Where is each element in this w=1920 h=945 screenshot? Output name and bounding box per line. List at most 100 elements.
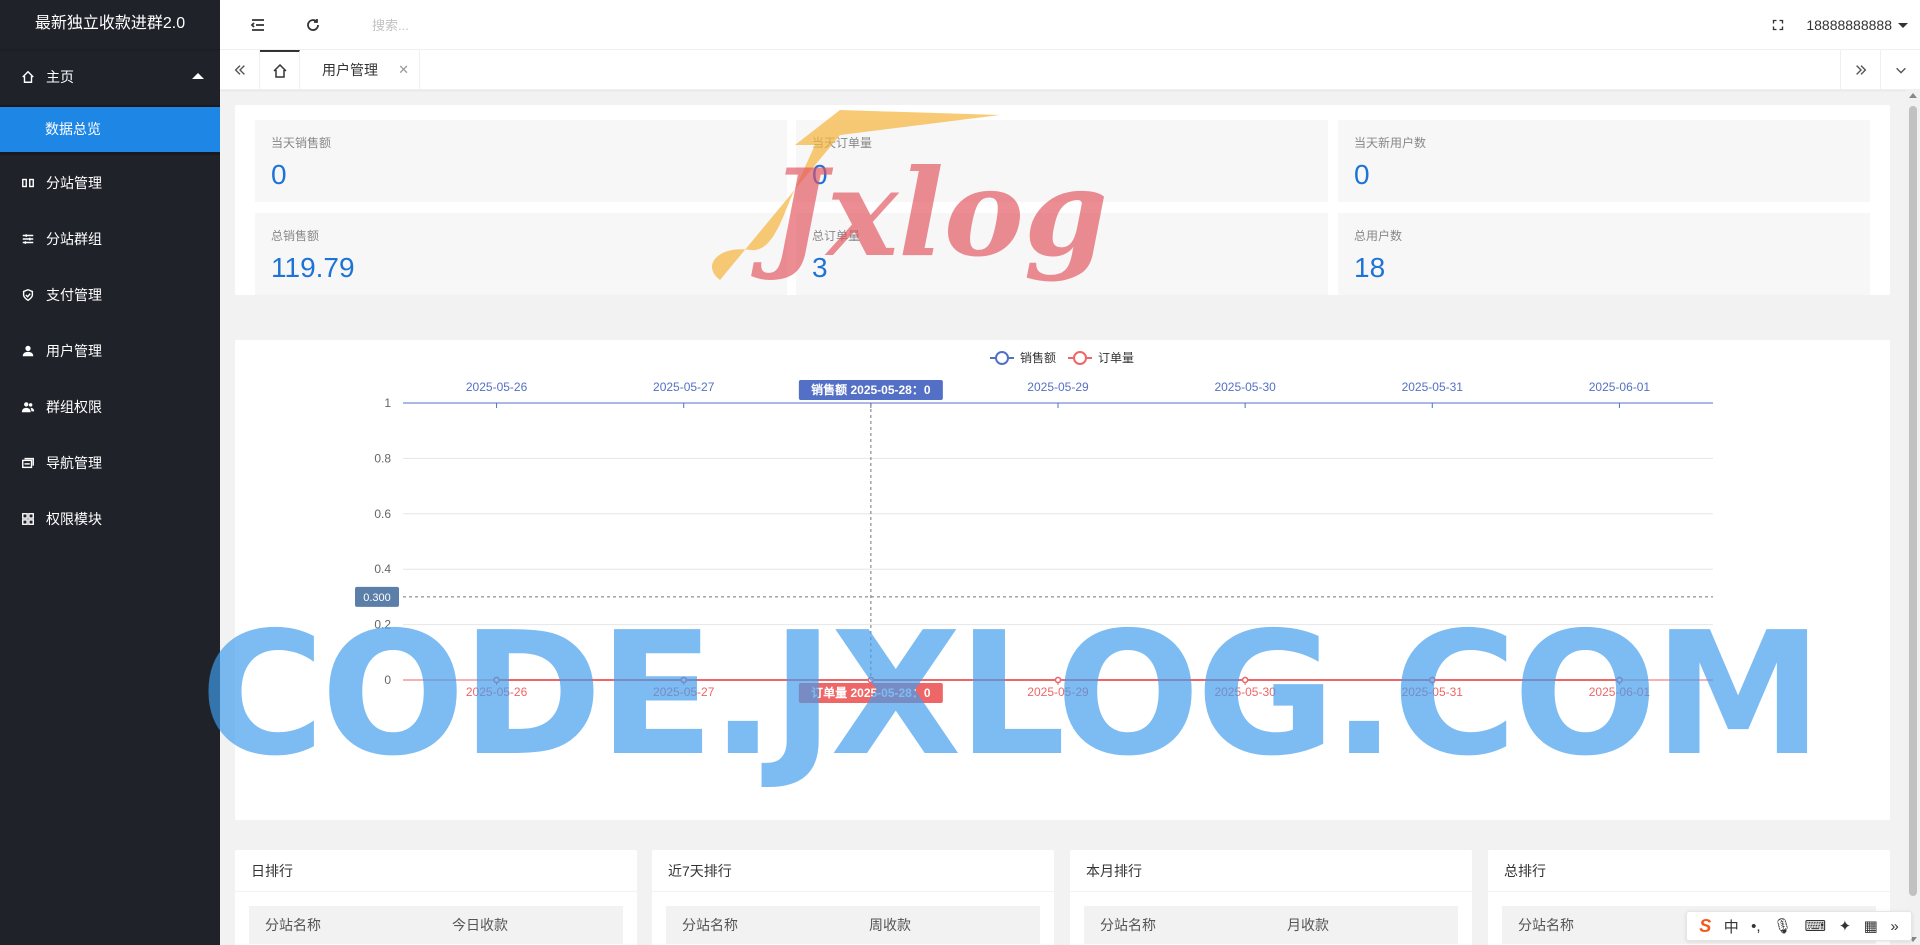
x-tick-label-top: 2025-05-30 — [1214, 380, 1276, 394]
legend-orders: 订单量 — [1098, 351, 1134, 365]
stat-label: 当天销售额 — [271, 136, 332, 150]
grid-icon — [20, 511, 36, 527]
ime-logo-icon: S — [1699, 915, 1712, 936]
home-icon — [272, 63, 287, 78]
stat-total-users: 总用户数 18 — [1338, 213, 1870, 295]
sidebar: 最新独立收款进群2.0 主页 数据总览 分站管理 分站群组 支付管理 用户管理 … — [0, 0, 220, 945]
ranking-table-header: 分站名称 周收款 — [666, 906, 1040, 944]
tab-label: 用户管理 — [322, 62, 378, 78]
line-chart[interactable]: 销售额 订单量 0 0.2 0.4 0.6 0.8 1 2025-05-26 2025-05-26… — [235, 340, 1890, 820]
sidebar-item-users[interactable]: 用户管理 — [0, 323, 220, 379]
sidebar-item-permission-modules[interactable]: 权限模块 — [0, 491, 220, 547]
user-icon — [20, 343, 36, 359]
toolbox-icon[interactable]: ▦ — [1864, 917, 1878, 935]
navigation-icon — [20, 455, 36, 471]
x-tick-label-top: 2025-05-29 — [1027, 380, 1089, 394]
y-tick-label: 0.2 — [374, 618, 391, 632]
column-header: 月收款 — [1287, 917, 1329, 933]
ranking-title: 近7天排行 — [652, 850, 1054, 892]
ime-mode[interactable]: 中 — [1724, 916, 1739, 937]
tabs-menu-button[interactable] — [1880, 50, 1920, 90]
double-chevron-right-icon — [1855, 65, 1866, 75]
stat-label: 总订单量 — [812, 229, 861, 243]
ranking-table-header: 分站名称 月收款 — [1084, 906, 1458, 944]
data-point — [493, 676, 500, 684]
user-menu[interactable]: 18888888888 — [1806, 0, 1908, 50]
sidebar-subnav: 数据总览 — [0, 105, 220, 155]
sidebar-item-label: 主页 — [46, 69, 74, 85]
keyboard-icon[interactable]: ⌨ — [1805, 917, 1827, 935]
caret-up-icon — [192, 73, 204, 79]
y-tick-label: 1 — [384, 396, 391, 410]
more-icon[interactable]: » — [1890, 918, 1898, 935]
refresh-icon — [307, 19, 319, 31]
stat-value: 3 — [812, 252, 828, 283]
fullscreen-icon — [1772, 19, 1784, 31]
stat-label: 当天新用户数 — [1354, 136, 1427, 150]
user-phone: 18888888888 — [1806, 17, 1892, 33]
columns-icon — [20, 175, 36, 191]
sidebar-item-substation-groups[interactable]: 分站群组 — [0, 211, 220, 267]
x-tick-label-bottom: 2025-05-29 — [1027, 685, 1089, 699]
home-icon — [20, 69, 36, 85]
fullscreen-button[interactable] — [1760, 0, 1796, 50]
sidebar-item-label: 分站管理 — [46, 175, 102, 191]
ranking-monthly: 本月排行 分站名称 月收款 — [1070, 850, 1472, 945]
sidebar-item-home[interactable]: 主页 — [0, 49, 220, 105]
sidebar-item-label: 用户管理 — [46, 343, 102, 359]
x-tick-label-top: 2025-05-27 — [653, 380, 715, 394]
stat-value: 0 — [271, 159, 287, 190]
sidebar-item-label: 分站群组 — [46, 231, 102, 247]
menu-fold-icon — [250, 19, 264, 31]
x-tick-label-bottom: 2025-05-27 — [653, 685, 715, 699]
scrollbar-thumb[interactable] — [1909, 106, 1917, 896]
tooltip-bottom-label: 订单量 2025-05-28：0 — [811, 685, 931, 700]
stat-label: 当天订单量 — [812, 136, 873, 150]
y-pointer-label: 0.300 — [363, 592, 391, 604]
legend-orders-marker — [1073, 351, 1087, 365]
sidebar-item-label: 权限模块 — [46, 511, 102, 527]
caret-down-icon — [1898, 22, 1908, 28]
stat-label: 总销售额 — [271, 229, 320, 243]
search-input[interactable] — [372, 14, 612, 36]
sidebar-item-payments[interactable]: 支付管理 — [0, 267, 220, 323]
tabs-scroll-left-button[interactable] — [220, 50, 260, 90]
sidebar-item-substations[interactable]: 分站管理 — [0, 155, 220, 211]
column-header: 分站名称 — [682, 917, 738, 933]
tab-home[interactable] — [260, 50, 300, 90]
shield-check-icon — [20, 287, 36, 303]
column-header: 分站名称 — [1100, 917, 1156, 933]
legend-sales-marker — [995, 351, 1009, 365]
sidebar-item-group-permissions[interactable]: 群组权限 — [0, 379, 220, 435]
sidebar-item-label: 导航管理 — [46, 455, 102, 471]
y-tick-label: 0.4 — [374, 562, 391, 576]
scroll-up-arrow-icon[interactable] — [1909, 93, 1917, 98]
tabs-scroll-right-button[interactable] — [1840, 50, 1880, 90]
close-icon[interactable]: ✕ — [398, 62, 409, 78]
sidebar-item-label: 支付管理 — [46, 287, 102, 303]
stat-today-orders: 当天订单量 0 — [796, 120, 1328, 202]
ranking-table-header: 分站名称 今日收款 — [249, 906, 623, 944]
tooltip-top-label: 销售额 2025-05-28：0 — [811, 382, 931, 397]
sidebar-item-navigation[interactable]: 导航管理 — [0, 435, 220, 491]
refresh-button[interactable] — [295, 0, 331, 50]
x-tick-label-top: 2025-05-26 — [466, 380, 528, 394]
ranking-daily: 日排行 分站名称 今日收款 — [235, 850, 637, 945]
stats-card: 当天销售额 0 当天订单量 0 当天新用户数 0 总销售额 119.79 总订单… — [235, 105, 1890, 295]
ime-toolbar[interactable]: S 中 •, 🎙 ⌨ ✦ ▦ » — [1686, 911, 1912, 941]
x-tick-label-top: 2025-06-01 — [1589, 380, 1651, 394]
page-scrollbar[interactable] — [1906, 90, 1920, 945]
x-tick-label-top: 2025-05-31 — [1402, 380, 1464, 394]
data-point — [1241, 676, 1249, 684]
punctuation-icon[interactable]: •, — [1751, 918, 1760, 935]
column-header: 今日收款 — [452, 917, 508, 933]
tab-bar: 用户管理 ✕ — [220, 50, 1920, 90]
sidebar-subitem-overview[interactable]: 数据总览 — [0, 107, 220, 152]
skin-icon[interactable]: ✦ — [1839, 917, 1852, 935]
tab-user-management[interactable]: 用户管理 ✕ — [300, 50, 420, 90]
ranking-title: 日排行 — [235, 850, 637, 892]
stat-value: 0 — [812, 159, 828, 190]
column-header: 分站名称 — [265, 917, 321, 933]
collapse-sidebar-button[interactable] — [240, 0, 276, 50]
microphone-icon[interactable]: 🎙 — [1773, 917, 1792, 935]
